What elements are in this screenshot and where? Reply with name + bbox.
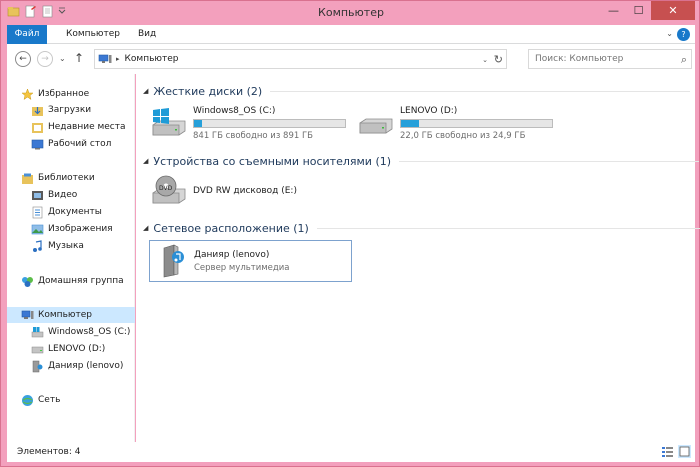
up-button[interactable]: ↑ [74, 51, 84, 65]
media-server-desc: Сервер мультимедиа [194, 263, 290, 273]
group-hard-drives[interactable]: ◢ Жесткие диски (2) [143, 83, 691, 99]
usage-bar [400, 119, 553, 128]
recent-places-icon [32, 122, 43, 133]
forward-button[interactable]: → [37, 51, 53, 67]
sidebar-item-drive-c[interactable]: Windows8_OS (C:) [7, 324, 135, 340]
sidebar-item-homegroup[interactable]: Домашняя группа [7, 273, 135, 289]
homegroup-icon [22, 276, 33, 287]
drive-free-space: 22,0 ГБ свободно из 24,9 ГБ [400, 131, 526, 141]
sidebar-item-network[interactable]: Сеть [7, 392, 135, 408]
windows-drive-icon [31, 326, 44, 337]
sidebar-item-drive-d[interactable]: LENOVO (D:) [7, 341, 135, 357]
window-controls: — ☐ ✕ [601, 1, 695, 20]
sidebar-item-documents[interactable]: Документы [7, 204, 135, 220]
refresh-button[interactable]: ↻ [494, 53, 503, 66]
video-icon [32, 190, 43, 200]
item-count: Элементов: 4 [17, 447, 81, 457]
desktop-icon [31, 139, 44, 149]
search-input[interactable] [535, 54, 675, 64]
svg-text:DVD: DVD [159, 185, 173, 192]
collapse-chevron-icon[interactable]: ◢ [143, 87, 148, 95]
content-pane: ◢ Жесткие диски (2) Windows8_OS (C:) 841… [136, 74, 700, 442]
group-removable-devices[interactable]: ◢ Устройства со съемными носителями (1) [143, 153, 700, 169]
minimize-button[interactable]: — [601, 1, 626, 20]
sidebar-item-computer[interactable]: Компьютер [7, 307, 135, 323]
star-icon [21, 87, 34, 100]
drive-name: LENOVO (D:) [400, 106, 458, 116]
window-title: Компьютер [318, 6, 384, 19]
libraries-icon [22, 173, 33, 184]
usage-fill [401, 120, 419, 127]
drive-icon [359, 118, 393, 134]
address-dropdown-icon[interactable]: ⌄ [482, 56, 488, 64]
collapse-chevron-icon[interactable]: ◢ [143, 224, 148, 232]
large-icons-view-icon[interactable] [678, 445, 691, 458]
media-server-icon [32, 360, 43, 372]
collapse-chevron-icon[interactable]: ◢ [143, 157, 148, 165]
pictures-icon [31, 224, 44, 234]
close-button[interactable]: ✕ [651, 1, 695, 20]
media-server-item[interactable]: Данияр (lenovo) Сервер мультимедиа [149, 240, 352, 282]
group-divider [399, 160, 700, 162]
sidebar-item-favorites[interactable]: Избранное [7, 86, 135, 102]
navigation-pane: Избранное Загрузки Недавние места Рабочи… [7, 74, 135, 442]
media-server-name: Данияр (lenovo) [194, 250, 270, 260]
navigation-bar: ← → ⌄ ↑ ▸ Компьютер ⌄ ↻ ⌕ [7, 44, 695, 74]
drive-name: Windows8_OS (C:) [193, 106, 276, 116]
tab-computer[interactable]: Компьютер [54, 25, 132, 44]
dvd-drive-icon: DVD [152, 175, 186, 204]
status-bar: Элементов: 4 [7, 442, 695, 462]
drive-free-space: 841 ГБ свободно из 891 ГБ [193, 131, 313, 141]
group-divider [316, 227, 700, 229]
downloads-folder-icon [32, 106, 43, 116]
group-divider [270, 90, 691, 92]
sidebar-item-media-server[interactable]: Данияр (lenovo) [7, 358, 135, 374]
help-button[interactable]: ? [677, 28, 690, 41]
sidebar-item-downloads[interactable]: Загрузки [7, 102, 135, 118]
back-button[interactable]: ← [15, 51, 31, 67]
view-switcher [661, 445, 691, 458]
drive-d[interactable]: LENOVO (D:) 22,0 ГБ свободно из 24,9 ГБ [356, 106, 566, 142]
drive-icon [31, 346, 44, 353]
sidebar-item-pictures[interactable]: Изображения [7, 221, 135, 237]
details-view-icon[interactable] [661, 445, 674, 458]
usage-fill [194, 120, 203, 127]
computer-icon [21, 310, 34, 319]
tab-view[interactable]: Вид [126, 25, 168, 44]
sidebar-item-desktop[interactable]: Рабочий стол [7, 136, 135, 152]
group-network-locations[interactable]: ◢ Сетевое расположение (1) [143, 220, 700, 236]
breadcrumb-computer[interactable]: Компьютер [125, 54, 179, 64]
sidebar-item-recent-places[interactable]: Недавние места [7, 119, 135, 135]
drive-name: DVD RW дисковод (E:) [193, 186, 297, 196]
tab-file[interactable]: Файл [7, 25, 47, 44]
maximize-button[interactable]: ☐ [626, 1, 651, 20]
dvd-drive[interactable]: DVD DVD RW дисковод (E:) [149, 174, 359, 210]
ribbon-tabs: Файл Компьютер Вид ⌄ ? [7, 25, 695, 44]
address-box[interactable]: ▸ Компьютер ⌄ ↻ [94, 49, 507, 69]
sidebar-item-libraries[interactable]: Библиотеки [7, 170, 135, 186]
media-server-icon [163, 244, 184, 278]
search-icon[interactable]: ⌕ [681, 53, 687, 67]
explorer-window: Компьютер — ☐ ✕ Файл Компьютер Вид ⌄ ? ←… [0, 0, 700, 467]
search-box[interactable]: ⌕ [528, 49, 692, 69]
documents-icon [32, 206, 43, 218]
music-icon [33, 239, 42, 252]
sidebar-item-video[interactable]: Видео [7, 187, 135, 203]
usage-bar [193, 119, 346, 128]
drive-c[interactable]: Windows8_OS (C:) 841 ГБ свободно из 891 … [149, 106, 359, 142]
expand-ribbon-icon[interactable]: ⌄ [666, 29, 673, 38]
sidebar-item-music[interactable]: Музыка [7, 238, 135, 254]
breadcrumb-separator[interactable]: ▸ [116, 55, 120, 63]
windows-drive-icon [152, 108, 186, 136]
recent-locations-dropdown[interactable]: ⌄ [59, 54, 66, 63]
network-icon [22, 394, 33, 406]
title-bar: Компьютер — ☐ ✕ [1, 1, 700, 25]
computer-icon [98, 54, 112, 63]
